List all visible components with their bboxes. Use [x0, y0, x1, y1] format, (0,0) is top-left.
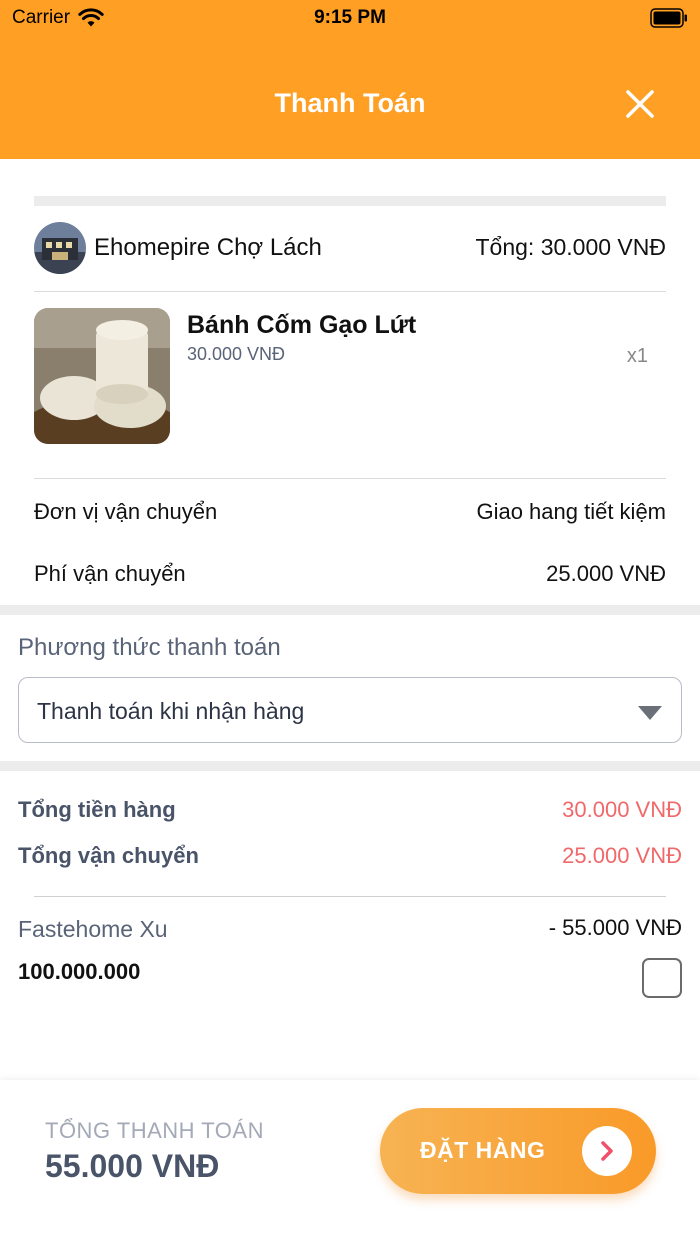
- shop-row: Ehomepire Chợ Lách Tổng: 30.000 VNĐ: [34, 222, 666, 274]
- product-quantity: x1: [626, 345, 648, 367]
- page-title: Thanh Toán: [274, 88, 426, 118]
- payment-method-value: Thanh toán khi nhận hàng: [37, 698, 305, 724]
- dropdown-caret-icon: [638, 706, 662, 720]
- battery-icon: [650, 8, 687, 28]
- section-divider: [34, 196, 666, 206]
- header-bar: Carrier 9:15 PM Thanh Toán: [0, 0, 700, 159]
- status-time: 9:15 PM: [314, 7, 386, 28]
- payment-method-label: Phương thức thanh toán: [18, 634, 281, 661]
- shipping-total-value: 25.000 VNĐ: [562, 843, 682, 868]
- xu-discount: - 55.000 VNĐ: [548, 915, 682, 940]
- close-icon[interactable]: [624, 88, 656, 120]
- place-order-label: ĐẶT HÀNG: [420, 1137, 546, 1163]
- product-name: Bánh Cốm Gạo Lứt: [187, 311, 417, 339]
- shipping-unit-label: Đơn vị vận chuyển: [34, 499, 218, 524]
- goods-total-value: 30.000 VNĐ: [562, 797, 682, 822]
- divider: [34, 291, 666, 292]
- shop-avatar: [34, 222, 86, 274]
- shipping-fee-value: 25.000 VNĐ: [546, 561, 666, 586]
- shop-total: Tổng: 30.000 VNĐ: [475, 234, 666, 260]
- divider: [34, 478, 666, 479]
- payment-method-select[interactable]: Thanh toán khi nhận hàng: [18, 677, 682, 743]
- shop-name[interactable]: Ehomepire Chợ Lách: [94, 234, 322, 262]
- status-bar: Carrier 9:15 PM: [0, 0, 700, 40]
- divider: [34, 896, 666, 897]
- section-separator: [0, 761, 700, 771]
- product-image: [34, 308, 170, 444]
- place-order-button[interactable]: ĐẶT HÀNG: [380, 1108, 656, 1194]
- xu-label: Fastehome Xu: [18, 916, 168, 942]
- xu-balance: 100.000.000: [18, 959, 141, 984]
- xu-checkbox[interactable]: [642, 958, 682, 998]
- grand-total-label: TỔNG THANH TOÁN: [45, 1118, 264, 1143]
- section-separator: [0, 605, 700, 615]
- chevron-right-icon: [582, 1126, 632, 1176]
- product-price: 30.000 VNĐ: [187, 344, 286, 364]
- goods-total-label: Tổng tiền hàng: [18, 797, 176, 822]
- grand-total-value: 55.000 VNĐ: [45, 1148, 220, 1184]
- shipping-fee-label: Phí vận chuyển: [34, 561, 186, 586]
- shipping-total-label: Tổng vận chuyển: [18, 843, 199, 868]
- shipping-unit-value: Giao hang tiết kiệm: [476, 499, 666, 524]
